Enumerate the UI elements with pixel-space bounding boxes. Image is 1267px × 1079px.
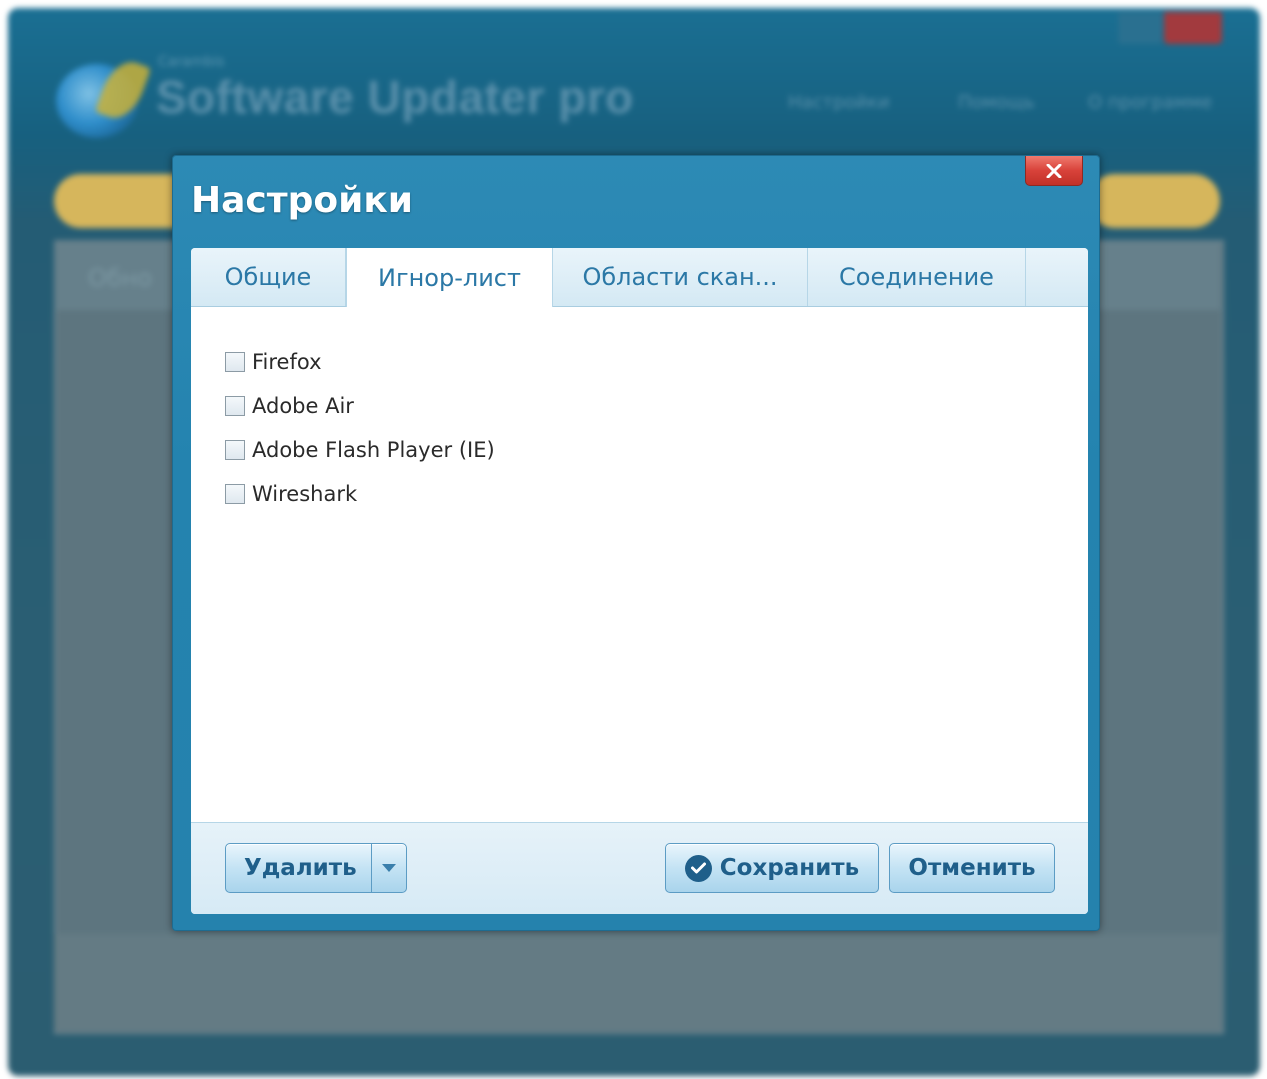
- delete-button-label: Удалить: [244, 855, 357, 881]
- list-item-label: Wireshark: [252, 482, 358, 506]
- app-title: Software Updater pro: [156, 71, 634, 123]
- settings-dialog: Настройки Общие Игнор-лист Области скан.…: [172, 155, 1100, 931]
- dialog-content: Общие Игнор-лист Области скан... Соедине…: [191, 248, 1088, 914]
- app-close-button[interactable]: [1164, 12, 1222, 44]
- main-panel-footer: [54, 934, 1220, 1030]
- cancel-button-label: Отменить: [908, 855, 1036, 881]
- checkbox-wireshark[interactable]: [225, 484, 245, 504]
- dialog-close-button[interactable]: [1025, 156, 1083, 186]
- update-button[interactable]: [1088, 174, 1220, 228]
- tab-general[interactable]: Общие: [191, 248, 346, 306]
- tab-connection[interactable]: Соединение: [808, 248, 1026, 306]
- tab-scan-areas[interactable]: Области скан...: [553, 248, 808, 306]
- list-item[interactable]: Firefox: [225, 340, 495, 384]
- list-item-label: Adobe Air: [252, 394, 354, 418]
- checkmark-icon: [684, 854, 712, 882]
- close-icon: [1046, 163, 1062, 178]
- checkbox-adobe-flash-player[interactable]: [225, 440, 245, 460]
- checkbox-adobe-air[interactable]: [225, 396, 245, 416]
- save-button[interactable]: Сохранить: [665, 843, 879, 893]
- list-item[interactable]: Adobe Flash Player (IE): [225, 428, 495, 472]
- list-item[interactable]: Adobe Air: [225, 384, 495, 428]
- main-panel-header-text: Обно: [88, 264, 153, 292]
- checkbox-firefox[interactable]: [225, 352, 245, 372]
- menu-settings[interactable]: Настройки: [788, 92, 890, 113]
- menu-about[interactable]: О программе: [1088, 92, 1212, 113]
- list-item-label: Adobe Flash Player (IE): [252, 438, 495, 462]
- brand-name: Carambis: [158, 54, 225, 70]
- chevron-down-icon: [382, 864, 396, 872]
- delete-dropdown-toggle[interactable]: [371, 844, 406, 892]
- ignore-list: Firefox Adobe Air Adobe Flash Player (IE…: [225, 340, 495, 516]
- tab-bar: Общие Игнор-лист Области скан... Соедине…: [191, 248, 1088, 307]
- list-item[interactable]: Wireshark: [225, 472, 495, 516]
- cancel-button[interactable]: Отменить: [889, 843, 1055, 893]
- menu-help[interactable]: Помощь: [958, 92, 1035, 113]
- minimize-button[interactable]: [1118, 12, 1162, 44]
- dialog-footer: Удалить Сохранить Отменить: [191, 822, 1088, 914]
- save-button-label: Сохранить: [719, 855, 860, 881]
- delete-split-button[interactable]: Удалить: [225, 843, 407, 893]
- dialog-title: Настройки: [191, 180, 414, 221]
- tab-ignore-list[interactable]: Игнор-лист: [346, 248, 553, 307]
- list-item-label: Firefox: [252, 350, 322, 374]
